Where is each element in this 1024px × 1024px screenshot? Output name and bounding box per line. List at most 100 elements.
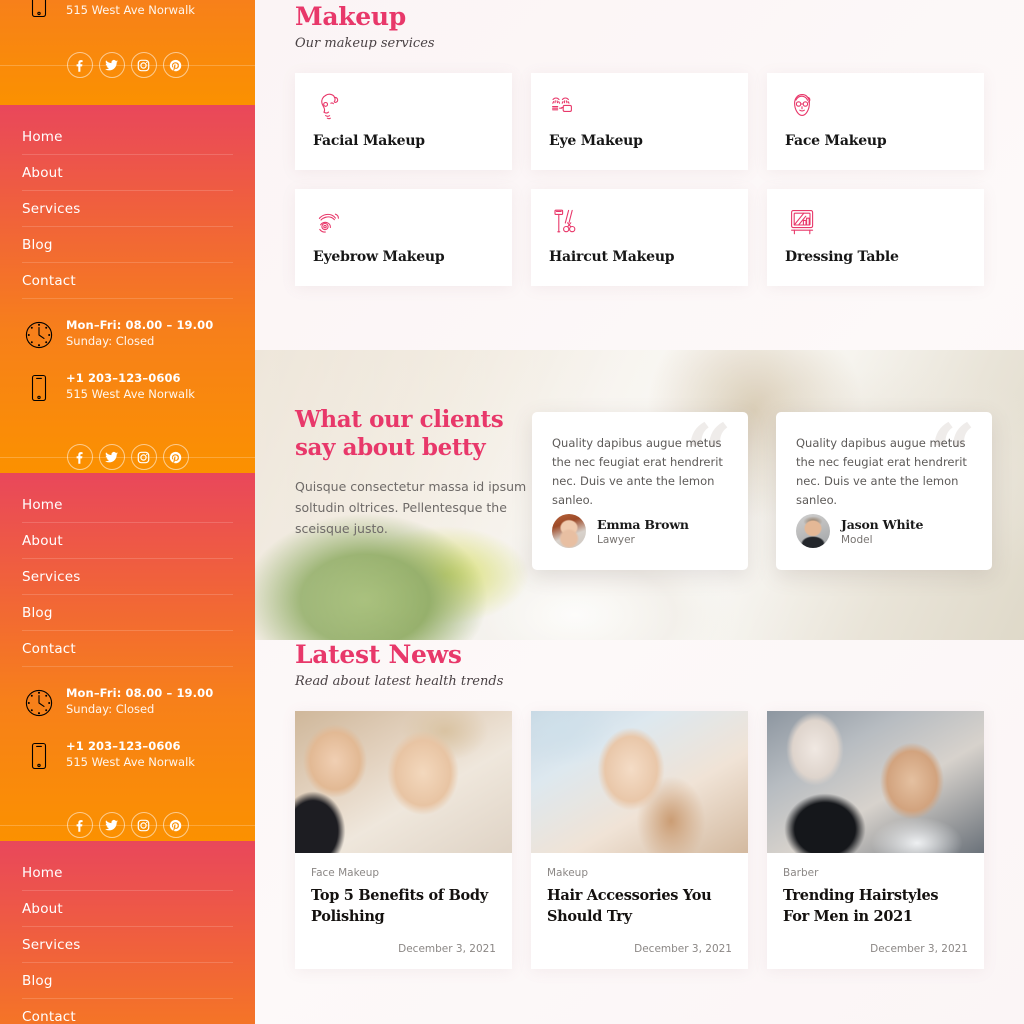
news-card[interactable]: Face Makeup Top 5 Benefits of Body Polis… xyxy=(295,711,512,969)
pinterest-icon[interactable] xyxy=(162,52,189,78)
sidebar-nav-item-contact[interactable]: Contact xyxy=(22,999,233,1024)
eye-makeup-icon xyxy=(549,89,730,123)
news-header: Latest News Read about latest health tre… xyxy=(255,640,1024,689)
service-card-label: Facial Makeup xyxy=(313,133,425,149)
sidebar-nav-item-blog[interactable]: Blog xyxy=(22,595,233,631)
sidebar-nav-item-about[interactable]: About xyxy=(22,891,233,927)
news-card[interactable]: Barber Trending Hairstyles For Men in 20… xyxy=(767,711,984,969)
testimonials-section: What our clients say about betty Quisque… xyxy=(255,350,1024,640)
avatar xyxy=(796,514,830,548)
news-grid: Face Makeup Top 5 Benefits of Body Polis… xyxy=(255,711,1024,969)
twitter-icon[interactable] xyxy=(98,444,125,470)
news-section: Latest News Read about latest health tre… xyxy=(255,640,1024,969)
instagram-icon[interactable] xyxy=(130,444,157,470)
clock-icon xyxy=(22,318,56,352)
sidebar-hours: Mon–Fri: 08.00 – 19.00 Sunday: Closed xyxy=(0,317,255,352)
news-card-image xyxy=(295,711,512,853)
sidebar-contact[interactable]: +1 203–123–0606 515 West Ave Norwalk xyxy=(0,370,255,405)
testimonial-author: Jason White Model xyxy=(796,514,923,548)
eyebrow-makeup-icon xyxy=(313,205,494,239)
news-title: Latest News xyxy=(295,640,462,669)
service-card-label: Eyebrow Makeup xyxy=(313,249,445,265)
facebook-icon[interactable] xyxy=(66,52,93,78)
mobile-phone-icon xyxy=(22,371,56,405)
twitter-icon[interactable] xyxy=(98,812,125,838)
sidebar-nav-item-contact[interactable]: Contact xyxy=(22,631,233,667)
news-card-title[interactable]: Hair Accessories You Should Try xyxy=(547,885,732,927)
testimonial-author-name: Emma Brown xyxy=(597,516,689,532)
sidebar-nav-item-services[interactable]: Services xyxy=(22,191,233,227)
sidebar-nav-item-services[interactable]: Services xyxy=(22,927,233,963)
news-subtitle: Read about latest health trends xyxy=(295,674,504,689)
service-card-label: Eye Makeup xyxy=(549,133,643,149)
instagram-icon[interactable] xyxy=(130,812,157,838)
services-title: Makeup xyxy=(295,2,406,31)
services-subtitle: Our makeup services xyxy=(295,36,435,51)
sidebar-hours: Mon–Fri: 08.00 – 19.00 Sunday: Closed xyxy=(0,685,255,720)
contact-phone[interactable]: +1 203–123–0606 xyxy=(66,738,195,754)
sidebar-block-1: Home About Services Blog Contact Mon–Fri: 08… xyxy=(0,105,255,473)
testimonials-paragraph: Quisque consectetur massa id ipsum soltu… xyxy=(295,479,527,536)
mobile-phone-icon xyxy=(22,0,56,21)
social-links xyxy=(0,427,255,473)
sidebar-nav-item-blog[interactable]: Blog xyxy=(22,227,233,263)
sidebar-nav-item-about[interactable]: About xyxy=(22,523,233,559)
testimonial-text: Quality dapibus augue metus the nec feug… xyxy=(796,436,967,507)
instagram-icon[interactable] xyxy=(130,52,157,78)
news-card-title[interactable]: Trending Hairstyles For Men in 2021 xyxy=(783,885,968,927)
haircut-makeup-icon xyxy=(549,205,730,239)
mobile-phone-icon xyxy=(22,739,56,773)
service-card[interactable]: Facial Makeup xyxy=(295,73,512,170)
hours-line-1: Mon–Fri: 08.00 – 19.00 xyxy=(66,686,214,700)
pinterest-icon[interactable] xyxy=(162,444,189,470)
services-header: Makeup Our makeup services xyxy=(255,0,1024,51)
testimonial-author-role: Model xyxy=(841,533,873,546)
facebook-icon[interactable] xyxy=(66,444,93,470)
news-card[interactable]: Makeup Hair Accessories You Should Try D… xyxy=(531,711,748,969)
news-card-date: December 3, 2021 xyxy=(870,943,968,955)
service-card[interactable]: Eyebrow Makeup xyxy=(295,189,512,286)
sidebar-contact[interactable]: +1 203–123–0606 515 West Ave Norwalk xyxy=(0,0,255,21)
facial-makeup-icon xyxy=(313,89,494,123)
testimonial-card: “ Quality dapibus augue metus the nec fe… xyxy=(776,412,992,570)
testimonial-cards: “ Quality dapibus augue metus the nec fe… xyxy=(532,412,992,570)
service-card[interactable]: Haircut Makeup xyxy=(531,189,748,286)
service-card-label: Dressing Table xyxy=(785,249,899,265)
pinterest-icon[interactable] xyxy=(162,812,189,838)
contact-address: 515 West Ave Norwalk xyxy=(66,3,195,17)
testimonials-heading: What our clients say about betty xyxy=(295,406,504,461)
news-card-image xyxy=(767,711,984,853)
service-card-label: Haircut Makeup xyxy=(549,249,675,265)
testimonial-card: “ Quality dapibus augue metus the nec fe… xyxy=(532,412,748,570)
social-links xyxy=(0,795,255,841)
testimonials-intro: What our clients say about betty Quisque… xyxy=(295,406,545,539)
service-card[interactable]: Eye Makeup xyxy=(531,73,748,170)
news-card-title[interactable]: Top 5 Benefits of Body Polishing xyxy=(311,885,496,927)
news-card-image xyxy=(531,711,748,853)
testimonial-author: Emma Brown Lawyer xyxy=(552,514,689,548)
service-card[interactable]: Dressing Table xyxy=(767,189,984,286)
news-card-date: December 3, 2021 xyxy=(634,943,732,955)
contact-address: 515 West Ave Norwalk xyxy=(66,387,195,401)
sidebar-contact[interactable]: +1 203–123–0606 515 West Ave Norwalk xyxy=(0,738,255,773)
sidebar-nav-item-blog[interactable]: Blog xyxy=(22,963,233,999)
facebook-icon[interactable] xyxy=(66,812,93,838)
hours-line-1: Mon–Fri: 08.00 – 19.00 xyxy=(66,318,214,332)
sidebar-nav-item-contact[interactable]: Contact xyxy=(22,263,233,299)
testimonial-author-role: Lawyer xyxy=(597,533,635,546)
sidebar-nav: Home About Services Blog Contact xyxy=(0,119,255,299)
twitter-icon[interactable] xyxy=(98,52,125,78)
sidebar-nav-item-home[interactable]: Home xyxy=(22,855,233,891)
sidebar-nav-item-home[interactable]: Home xyxy=(22,119,233,155)
main-content: Makeup Our makeup services Facial Makeup… xyxy=(255,0,1024,1024)
hours-line-2: Sunday: Closed xyxy=(66,334,155,348)
sidebar-nav-item-about[interactable]: About xyxy=(22,155,233,191)
sidebar-nav-item-services[interactable]: Services xyxy=(22,559,233,595)
news-card-category: Makeup xyxy=(547,867,588,879)
sidebar: +1 203–123–0606 515 West Ave Norwalk Hom… xyxy=(0,0,255,1024)
sidebar-nav-item-home[interactable]: Home xyxy=(22,487,233,523)
testimonial-author-name: Jason White xyxy=(841,516,924,532)
sidebar-block-3: HomeAboutServicesBlogContact Mon–Fri: 08… xyxy=(0,841,255,1024)
service-card[interactable]: Face Makeup xyxy=(767,73,984,170)
contact-phone[interactable]: +1 203–123–0606 xyxy=(66,370,195,386)
